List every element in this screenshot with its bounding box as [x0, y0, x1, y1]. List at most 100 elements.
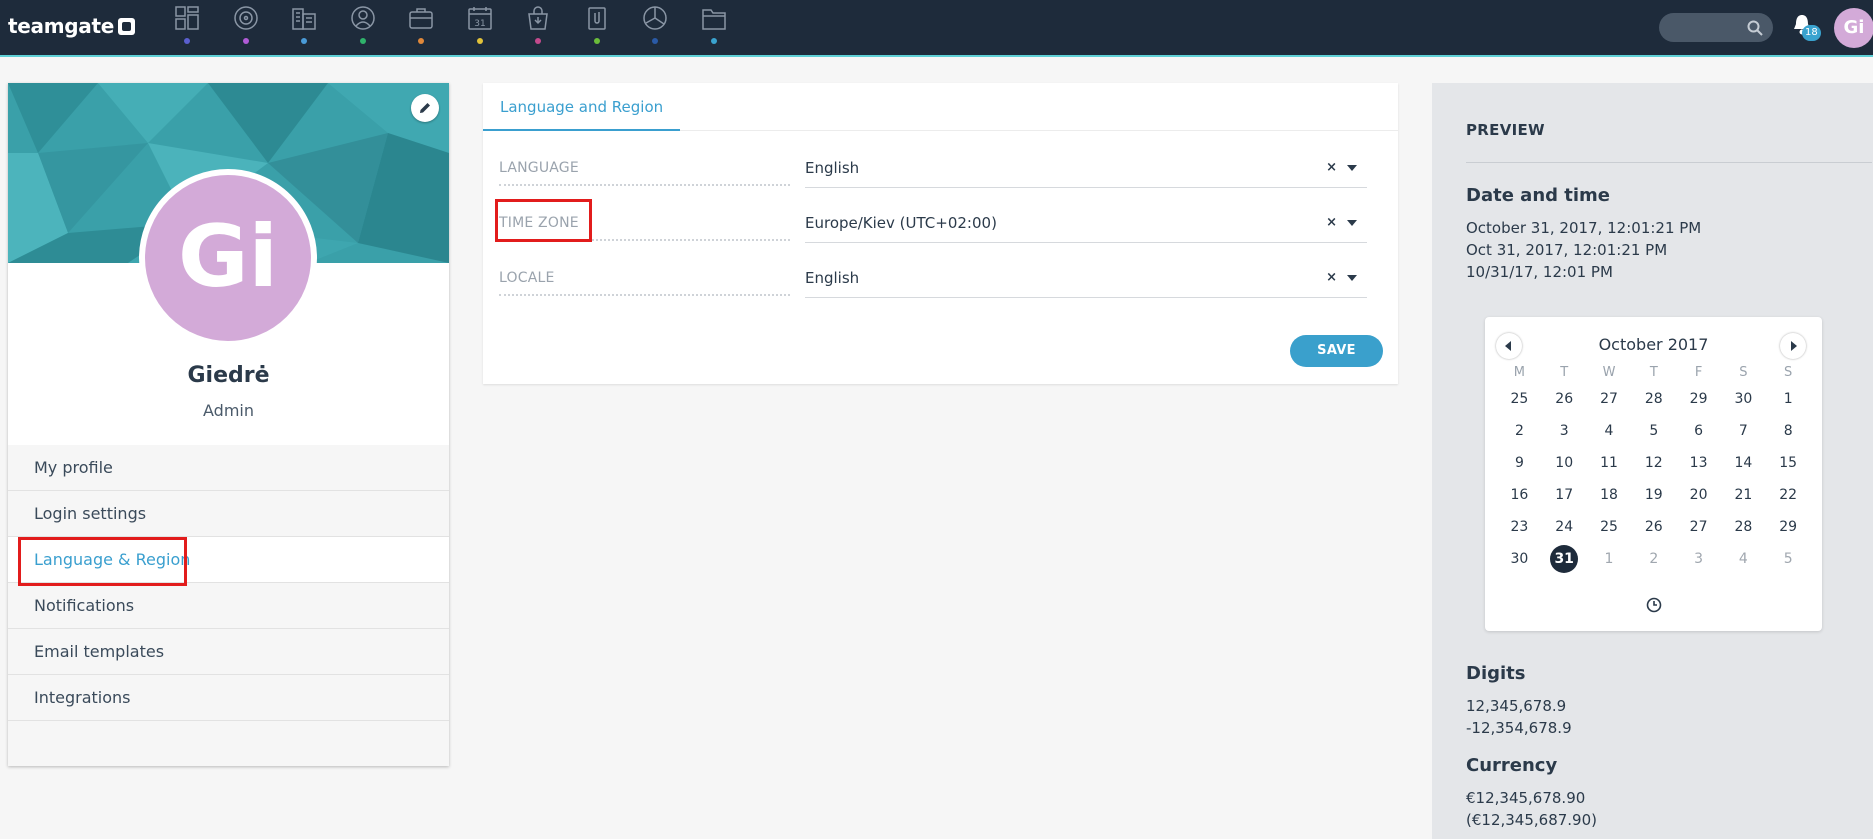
calendar-day[interactable]: 26 [1542, 383, 1587, 415]
calendar-day[interactable]: 8 [1766, 415, 1811, 447]
calendar-day[interactable]: 1 [1766, 383, 1811, 415]
nav-deals[interactable] [392, 0, 451, 55]
nav-dot [476, 38, 483, 44]
menu-spacer [8, 721, 449, 766]
tab-language-and-region[interactable]: Language and Region [483, 83, 681, 131]
dashboard-icon [175, 6, 199, 30]
user-avatar-menu[interactable]: Gi [1834, 8, 1873, 48]
locale-select[interactable]: English × [805, 258, 1367, 298]
profile-avatar[interactable]: Gi [139, 169, 317, 347]
time-zone-select[interactable]: Europe/Kiev (UTC+02:00) × [805, 203, 1367, 243]
calendar-day-number: 3 [1559, 423, 1569, 439]
calendar-day-number: 17 [1555, 487, 1574, 503]
calendar-day-number: 8 [1783, 423, 1793, 439]
calendar-day[interactable]: 27 [1587, 383, 1632, 415]
nav-reports[interactable] [626, 0, 685, 55]
calendar-day[interactable]: 4 [1721, 543, 1766, 575]
currency-title: Currency [1466, 755, 1558, 776]
calendar-day[interactable]: 27 [1676, 511, 1721, 543]
chevron-down-icon[interactable] [1347, 220, 1357, 226]
calendar-day[interactable]: 29 [1676, 383, 1721, 415]
nav-files[interactable] [685, 0, 744, 55]
menu-item-login-settings[interactable]: Login settings [8, 491, 449, 537]
save-button[interactable]: SAVE [1290, 335, 1383, 367]
menu-item-email-templates[interactable]: Email templates [8, 629, 449, 675]
notifications-count-badge: 18 [1802, 25, 1821, 41]
calendar-day[interactable]: 2 [1631, 543, 1676, 575]
pencil-icon [420, 103, 430, 113]
calendar-day[interactable]: 30 [1497, 543, 1542, 575]
calendar-day[interactable]: 14 [1721, 447, 1766, 479]
calendar-day[interactable]: 26 [1631, 511, 1676, 543]
teamgate-logo[interactable]: teamgate [8, 14, 135, 38]
calendar-day-number: 18 [1600, 487, 1618, 503]
calendar-day[interactable]: 22 [1766, 479, 1811, 511]
nav-calendar[interactable]: 31 [451, 0, 510, 55]
calendar-day[interactable]: 28 [1631, 383, 1676, 415]
calendar-day[interactable]: 5 [1766, 543, 1811, 575]
calendar-day[interactable]: 3 [1676, 543, 1721, 575]
calendar-day[interactable]: 25 [1497, 383, 1542, 415]
nav-documents[interactable] [568, 0, 627, 55]
language-select[interactable]: English × [805, 148, 1367, 188]
global-search-input[interactable] [1659, 13, 1773, 42]
nav-inbox[interactable] [509, 0, 568, 55]
calendar-day[interactable]: 3 [1542, 415, 1587, 447]
next-month-button[interactable] [1780, 333, 1806, 359]
calendar-week-row: 30 31 1 2 3 4 5 [1497, 543, 1811, 575]
calendar-day[interactable]: 25 [1587, 511, 1632, 543]
menu-item-my-profile[interactable]: My profile [8, 445, 449, 491]
calendar-day[interactable]: 17 [1542, 479, 1587, 511]
digits-positive: 12,345,678.9 [1466, 697, 1567, 715]
calendar-day-number: 5 [1649, 423, 1659, 439]
calendar-day[interactable]: 29 [1766, 511, 1811, 543]
deals-icon [409, 8, 433, 29]
calendar-day[interactable]: 19 [1631, 479, 1676, 511]
calendar-day[interactable]: 6 [1676, 415, 1721, 447]
notifications-button[interactable]: 18 [1792, 14, 1821, 42]
calendar-day[interactable]: 16 [1497, 479, 1542, 511]
calendar-day[interactable]: 1 [1587, 543, 1632, 575]
calendar-day-number: 20 [1689, 487, 1708, 503]
nav-contacts[interactable] [334, 0, 393, 55]
calendar-day[interactable]: 13 [1676, 447, 1721, 479]
clear-language-icon[interactable]: × [1326, 148, 1337, 188]
menu-item-notifications[interactable]: Notifications [8, 583, 449, 629]
calendar-day[interactable]: 11 [1587, 447, 1632, 479]
date-format-medium: Oct 31, 2017, 12:01:21 PM [1466, 241, 1668, 259]
calendar-day[interactable]: 4 [1587, 415, 1632, 447]
nav-goals[interactable] [217, 0, 276, 55]
nav-companies[interactable] [275, 0, 334, 55]
calendar-day[interactable]: 18 [1587, 479, 1632, 511]
time-zone-row: TIME ZONE Europe/Kiev (UTC+02:00) × [499, 203, 1367, 243]
preview-heading: PREVIEW [1466, 121, 1545, 139]
calendar-day[interactable]: 7 [1721, 415, 1766, 447]
calendar-day[interactable]: 12 [1631, 447, 1676, 479]
calendar-day-number: 9 [1514, 455, 1524, 471]
clock-icon[interactable] [1646, 597, 1662, 613]
calendar-day[interactable]: 21 [1721, 479, 1766, 511]
calendar-day[interactable]: 30 [1721, 383, 1766, 415]
clear-locale-icon[interactable]: × [1326, 258, 1337, 298]
calendar-day[interactable]: 28 [1721, 511, 1766, 543]
calendar-grid: MTWTFSS 25 26 27 28 29 30 1 2 3 4 5 6 7 8 9 10 11 12 13 14 1… [1497, 363, 1811, 575]
chevron-down-icon[interactable] [1347, 275, 1357, 281]
nav-dashboard[interactable] [158, 0, 217, 55]
calendar-day[interactable]: 20 [1676, 479, 1721, 511]
profile-settings-menu: My profile Login settings Language & Reg… [8, 445, 449, 766]
calendar-day-selected[interactable]: 31 [1542, 543, 1587, 575]
calendar-day[interactable]: 23 [1497, 511, 1542, 543]
edit-cover-button[interactable] [411, 94, 439, 122]
calendar-day[interactable]: 24 [1542, 511, 1587, 543]
calendar-day[interactable]: 9 [1497, 447, 1542, 479]
calendar-day[interactable]: 15 [1766, 447, 1811, 479]
calendar-day-number: 12 [1644, 455, 1663, 471]
menu-item-integrations[interactable]: Integrations [8, 675, 449, 721]
calendar-day[interactable]: 2 [1497, 415, 1542, 447]
calendar-day[interactable]: 5 [1631, 415, 1676, 447]
clear-time-zone-icon[interactable]: × [1326, 203, 1337, 243]
nav-dot [593, 38, 600, 44]
chevron-down-icon[interactable] [1347, 165, 1357, 171]
calendar-day[interactable]: 10 [1542, 447, 1587, 479]
weekday-label: M [1513, 365, 1525, 380]
